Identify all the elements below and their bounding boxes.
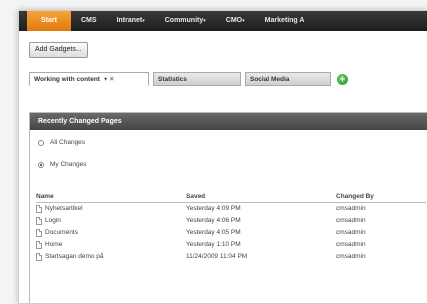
page-icon — [36, 205, 42, 213]
tab-label: Working with content — [34, 76, 100, 83]
changed-pages-table: Name Saved Changed By Nyhetsartikel Yest… — [36, 192, 426, 263]
filter-all-changes[interactable]: All Changes — [38, 139, 85, 146]
add-tab-icon[interactable]: + — [337, 73, 348, 85]
nav-label: Intranet — [116, 17, 143, 24]
saved-cell: Yesterday 1:10 PM — [186, 241, 241, 248]
nav-item-cms[interactable]: CMS — [71, 11, 107, 31]
nav-item-start[interactable]: Start — [27, 11, 71, 31]
chevron-down-icon: ▾ — [242, 18, 245, 24]
tab-statistics[interactable]: Statistics — [153, 72, 241, 86]
filter-label: My Changes — [50, 161, 87, 168]
recently-changed-pages-gadget: Recently Changed Pages All Changes My Ch… — [29, 112, 427, 303]
table-header: Name Saved Changed By — [36, 192, 426, 203]
tab-menu-close-icon[interactable]: ▾ ✕ — [104, 76, 115, 83]
column-header-name[interactable]: Name — [36, 192, 186, 202]
page-name-link[interactable]: Login — [45, 215, 61, 227]
nav-label: CMO — [225, 17, 243, 24]
nav-label: Marketing A — [264, 17, 305, 24]
changed-by-cell: cmsadmin — [336, 229, 366, 236]
name-cell: Documents — [36, 227, 186, 239]
filter-my-changes[interactable]: My Changes — [38, 161, 87, 168]
tab-label: Social Media — [250, 76, 290, 83]
nav-item-community[interactable]: Community▾ — [155, 11, 216, 31]
page-icon — [36, 253, 42, 261]
table-row[interactable]: Login Yesterday 4:06 PM cmsadmin — [36, 215, 426, 227]
nav-label: CMS — [81, 17, 97, 24]
table-row[interactable]: Nyhetsartikel Yesterday 4:09 PM cmsadmin — [36, 203, 426, 215]
chevron-down-icon: ▾ — [142, 18, 145, 24]
nav-item-intranet[interactable]: Intranet▾ — [107, 11, 155, 31]
gadget-title: Recently Changed Pages — [30, 113, 427, 130]
top-navigation: Start CMS Intranet▾ Community▾ CMO▾ Mark… — [19, 11, 427, 31]
table-row[interactable]: Documents Yesterday 4:05 PM cmsadmin — [36, 227, 426, 239]
dashboard-window: Start CMS Intranet▾ Community▾ CMO▾ Mark… — [18, 10, 427, 304]
saved-cell: 11/24/2009 11:04 PM — [186, 253, 248, 260]
column-header-saved[interactable]: Saved — [186, 192, 336, 202]
tab-label: Statistics — [158, 76, 187, 83]
page-icon — [36, 217, 42, 225]
saved-cell: Yesterday 4:05 PM — [186, 229, 241, 236]
nav-label: Community — [164, 17, 204, 24]
changed-by-cell: cmsadmin — [336, 241, 366, 248]
name-cell: Nyhetsartikel — [36, 203, 186, 215]
nav-label: Start — [41, 17, 57, 24]
chevron-down-icon: ▾ — [203, 18, 206, 24]
saved-cell: Yesterday 4:09 PM — [186, 205, 241, 212]
tab-social-media[interactable]: Social Media — [245, 72, 331, 86]
tab-working-with-content[interactable]: Working with content ▾ ✕ — [29, 72, 149, 86]
filter-label: All Changes — [50, 139, 86, 146]
page-name-link[interactable]: Startsagan demo på — [45, 251, 104, 263]
changed-by-cell: cmsadmin — [336, 205, 366, 212]
name-cell: Startsagan demo på — [36, 251, 186, 263]
table-row[interactable]: Startsagan demo på 11/24/2009 11:04 PM c… — [36, 251, 426, 263]
name-cell: Login — [36, 215, 186, 227]
nav-item-cmo[interactable]: CMO▾ — [216, 11, 255, 31]
dashboard-tabs: Working with content ▾ ✕ Statistics Socia… — [29, 71, 409, 87]
page-name-link[interactable]: Nyhetsartikel — [45, 203, 83, 215]
table-row[interactable]: Home Yesterday 1:10 PM cmsadmin — [36, 239, 426, 251]
changed-by-cell: cmsadmin — [336, 217, 366, 224]
radio-button[interactable] — [38, 161, 44, 168]
column-header-changed-by[interactable]: Changed By — [336, 192, 426, 202]
page-icon — [36, 229, 42, 237]
page-icon — [36, 241, 42, 249]
name-cell: Home — [36, 239, 186, 251]
changed-by-cell: cmsadmin — [336, 253, 366, 260]
page-name-link[interactable]: Home — [45, 239, 62, 251]
radio-button[interactable] — [38, 139, 44, 146]
page-name-link[interactable]: Documents — [45, 227, 78, 239]
nav-item-marketing[interactable]: Marketing A — [255, 11, 315, 31]
saved-cell: Yesterday 4:06 PM — [186, 217, 241, 224]
add-gadgets-button[interactable]: Add Gadgets... — [29, 42, 88, 58]
